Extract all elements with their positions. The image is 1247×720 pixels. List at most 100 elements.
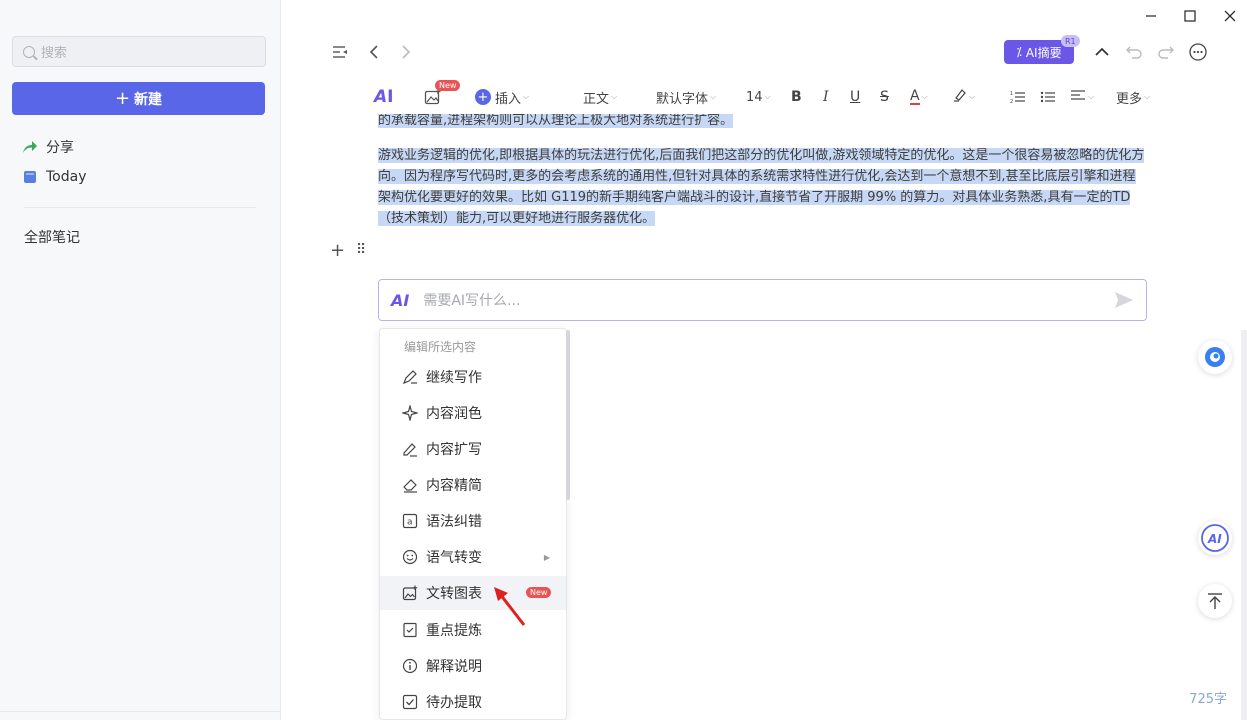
insert-dropdown[interactable]: + 插入 ⌵ — [475, 86, 529, 108]
svg-text:1: 1 — [1010, 91, 1013, 97]
menu-item-todo[interactable]: 待办提取 — [380, 685, 566, 719]
more-options-icon[interactable] — [1186, 40, 1210, 64]
font-color-icon: A — [910, 88, 920, 105]
highlight-dropdown[interactable]: ⌵ — [953, 86, 975, 108]
ai-circle-icon: AI — [1201, 524, 1229, 552]
menu-item-explain[interactable]: 解释说明 — [380, 649, 566, 683]
new-note-button[interactable]: + 新建 — [12, 82, 265, 115]
pencil-icon — [402, 441, 418, 457]
forward-icon[interactable] — [394, 40, 418, 64]
menu-item-label: 语法纠错 — [426, 514, 482, 530]
undo-icon[interactable] — [1122, 40, 1146, 64]
menu-item-grammar[interactable]: a 语法纠错 — [380, 504, 566, 538]
editor-scrollbar[interactable] — [1241, 330, 1247, 720]
ai-logo-icon: AI — [391, 290, 410, 310]
sidebar-divider — [24, 207, 256, 208]
word-count: 725字 — [1189, 692, 1227, 707]
highlighter-icon — [953, 88, 967, 106]
ai-toolbar-icon[interactable]: AI — [374, 86, 394, 108]
paragraph[interactable]: 游戏业务逻辑的优化,即根据具体的玩法进行优化,后面我们把这部分的优化叫做,游戏领… — [378, 145, 1148, 229]
menu-item-label: 待办提取 — [426, 695, 482, 711]
chevron-down-icon: ⌵ — [523, 92, 530, 101]
share-arrow-icon — [22, 139, 38, 155]
font-color-dropdown[interactable]: A ⌵ — [910, 86, 928, 108]
font-family-dropdown[interactable]: 默认字体 ⌵ — [656, 86, 716, 108]
bookmark-check-icon — [402, 622, 418, 638]
align-dropdown[interactable]: ⌵ — [1070, 86, 1094, 108]
menu-item-text-to-chart[interactable]: 文转图表 New — [380, 576, 566, 610]
ai-summary-label: AI摘要 — [1025, 45, 1062, 60]
ai-prompt-placeholder: 需要AI写什么... — [423, 293, 521, 309]
smiley-icon — [402, 549, 418, 565]
arrow-up-icon — [1208, 593, 1222, 609]
chat-bubble-icon — [1205, 347, 1225, 367]
magic-wand-icon: ⁒ — [1016, 45, 1022, 59]
chevron-down-icon: ⌵ — [969, 92, 976, 101]
search-placeholder: 搜索 — [41, 46, 68, 61]
menu-header: 编辑所选内容 — [404, 340, 477, 354]
more-dropdown[interactable]: 更多 ⌵ — [1116, 86, 1150, 108]
sidebar: 搜索 + 新建 分享 Today 全部笔记 — [0, 0, 281, 720]
menu-item-label: 语气转变 — [426, 550, 482, 566]
chevron-down-icon: ⌵ — [1144, 92, 1151, 101]
menu-scrollbar[interactable] — [566, 330, 570, 500]
add-block-icon[interactable]: + — [330, 240, 345, 261]
back-icon[interactable] — [362, 40, 386, 64]
new-note-label: 新建 — [134, 91, 163, 108]
menu-item-key-points[interactable]: 重点提炼 — [380, 613, 566, 647]
ai-edit-menu: 编辑所选内容 继续写作 内容润色 内容扩写 内容精简 a 语法纠错 语气转变 ▶ — [379, 328, 567, 720]
svg-text:AI: AI — [1207, 532, 1222, 546]
back-to-top-button[interactable] — [1198, 584, 1232, 618]
sidebar-item-label: 分享 — [46, 140, 74, 156]
ai-assistant-button[interactable]: AI — [1198, 521, 1232, 555]
search-icon — [23, 45, 35, 58]
insert-label: 插入 — [495, 91, 522, 107]
menu-item-label: 内容扩写 — [426, 442, 482, 458]
sidebar-item-share[interactable]: 分享 — [22, 136, 74, 158]
collapse-sidebar-icon[interactable] — [328, 40, 352, 64]
todo-check-icon — [402, 694, 418, 710]
italic-button[interactable]: I — [823, 86, 829, 108]
bullet-list-icon[interactable] — [1040, 86, 1056, 108]
r1-badge: R1 — [1061, 35, 1080, 47]
maximize-icon[interactable] — [1180, 6, 1200, 26]
redo-icon[interactable] — [1154, 40, 1178, 64]
text-line-partial: 的承载容量,进程架构则可以从理论上极大地对系统进行扩容。 — [378, 114, 734, 131]
plus-circle-icon: + — [475, 89, 491, 105]
ai-prompt-input[interactable]: AI 需要AI写什么... — [378, 279, 1147, 321]
menu-item-label: 内容精简 — [426, 478, 482, 494]
svg-text:a: a — [407, 518, 413, 528]
bold-button[interactable]: B — [791, 86, 802, 108]
menu-item-label: 继续写作 — [426, 370, 482, 386]
menu-item-continue-writing[interactable]: 继续写作 — [380, 360, 566, 394]
sidebar-item-today[interactable]: Today — [22, 166, 87, 188]
chevron-down-icon: ⌵ — [764, 92, 771, 101]
menu-item-label: 解释说明 — [426, 659, 482, 675]
strikethrough-button[interactable]: S — [880, 86, 889, 108]
sparkle-icon — [402, 405, 418, 421]
search-input[interactable]: 搜索 — [12, 36, 266, 67]
info-icon — [402, 658, 418, 674]
assistant-chat-button[interactable] — [1198, 340, 1232, 374]
image-chart-icon — [402, 585, 418, 601]
chevron-down-icon: ⌵ — [611, 92, 618, 101]
font-size-dropdown[interactable]: 14 ⌵ — [746, 86, 771, 108]
underline-button[interactable]: U — [850, 86, 860, 108]
send-icon[interactable] — [1114, 291, 1134, 313]
paragraph-style-dropdown[interactable]: 正文 ⌵ — [583, 86, 617, 108]
menu-item-simplify[interactable]: 内容精简 — [380, 468, 566, 502]
chevron-up-icon[interactable] — [1090, 40, 1114, 64]
chevron-right-icon: ▶ — [543, 552, 550, 562]
align-left-icon — [1070, 88, 1086, 106]
plus-icon: + — [114, 88, 131, 109]
menu-item-tone[interactable]: 语气转变 ▶ — [380, 540, 566, 574]
close-icon[interactable] — [1220, 6, 1240, 26]
sidebar-item-all-notes[interactable]: 全部笔记 — [24, 226, 80, 248]
ordered-list-icon[interactable]: 12 — [1010, 86, 1026, 108]
menu-item-polish[interactable]: 内容润色 — [380, 396, 566, 430]
more-label: 更多 — [1116, 91, 1143, 107]
drag-handle-icon[interactable]: ⠿ — [356, 242, 366, 258]
font-size-label: 14 — [746, 89, 763, 105]
menu-item-expand[interactable]: 内容扩写 — [380, 432, 566, 466]
minimize-icon[interactable] — [1141, 6, 1161, 26]
